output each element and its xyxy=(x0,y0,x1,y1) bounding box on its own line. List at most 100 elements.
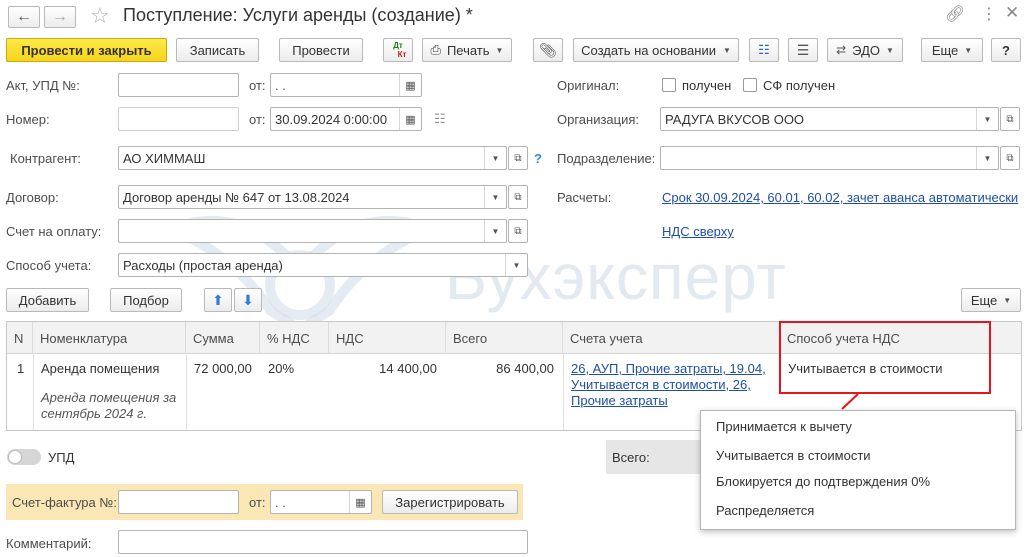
upd-label: УПД xyxy=(48,450,75,465)
comment-input[interactable] xyxy=(118,530,528,554)
sf-number-input[interactable] xyxy=(118,490,239,514)
col-header-item[interactable]: Номенклатура xyxy=(33,322,186,354)
settlements-link[interactable]: Срок 30.09.2024, 60.01, 60.02, зачет ава… xyxy=(662,190,1018,205)
number-label: Номер: xyxy=(6,112,50,127)
arrow-up-icon: ⬆ xyxy=(212,291,224,308)
journal-button[interactable]: ☰ xyxy=(788,38,818,62)
document-list-icon: ☰ xyxy=(796,41,810,58)
create-based-on-button[interactable]: Создать на основании ▼ xyxy=(573,38,739,62)
cell-accounts-line-3[interactable]: Прочие затраты xyxy=(571,393,668,408)
col-divider xyxy=(563,354,564,430)
open-counterparty-button[interactable]: ⧉ xyxy=(508,146,528,170)
help-icon[interactable]: ? xyxy=(534,151,542,166)
chevron-down-icon[interactable]: ▼ xyxy=(976,147,998,169)
chevron-down-icon: ▼ xyxy=(1003,295,1012,305)
printer-icon: ⎙ xyxy=(430,42,441,57)
chevron-down-icon[interactable]: ▼ xyxy=(976,108,998,130)
accounting-method-select[interactable]: Расходы (простая аренда) ▼ xyxy=(118,253,528,277)
chevron-down-icon[interactable]: ▼ xyxy=(484,147,506,169)
attach-button[interactable]: 📎︎ xyxy=(533,38,563,62)
division-input[interactable]: ▼ xyxy=(660,146,999,170)
open-contract-button[interactable]: ⧉ xyxy=(508,185,528,209)
move-down-button[interactable]: ⬇ xyxy=(234,288,262,312)
act-label: Акт, УПД №: xyxy=(6,78,80,93)
cell-n: 1 xyxy=(17,361,25,376)
organization-input[interactable]: РАДУГА ВКУСОВ ООО ▼ xyxy=(660,107,999,131)
cell-accounts-line-2[interactable]: Учитывается в стоимости, 26, xyxy=(571,377,751,392)
favorite-star-icon[interactable]: ☆ xyxy=(90,3,110,29)
edo-button[interactable]: ⇄ ЭДО ▼ xyxy=(827,38,903,62)
cell-vat-rate[interactable]: 20% xyxy=(268,361,294,376)
col-header-sum[interactable]: Сумма xyxy=(186,322,260,354)
back-button[interactable]: ← xyxy=(8,6,40,28)
register-button[interactable]: Зарегистрировать xyxy=(382,490,518,514)
add-row-button[interactable]: Добавить xyxy=(6,288,89,312)
dropdown-option-include-in-cost[interactable]: Учитывается в стоимости xyxy=(716,448,871,463)
dt-kt-button[interactable]: Дт Кт xyxy=(383,38,413,62)
invoice-label: Счет на оплату: xyxy=(6,224,102,239)
chevron-down-icon[interactable]: ▼ xyxy=(505,254,527,276)
chevron-down-icon[interactable]: ▼ xyxy=(484,186,506,208)
document-icon[interactable]: ☷ xyxy=(434,111,446,127)
print-button[interactable]: ⎙ Печать ▼ xyxy=(422,38,512,62)
arrow-down-icon: ⬇ xyxy=(242,291,254,308)
pick-button[interactable]: Подбор xyxy=(110,288,182,312)
col-header-vat-rate[interactable]: % НДС xyxy=(260,322,329,354)
dt-kt-icon-top: Дт xyxy=(393,41,403,50)
help-button[interactable]: ? xyxy=(991,38,1021,62)
cell-accounts-line-1[interactable]: 26, АУП, Прочие затраты, 19.04, xyxy=(571,361,766,376)
open-division-button[interactable]: ⧉ xyxy=(1000,146,1020,170)
received-checkbox[interactable] xyxy=(662,78,676,92)
total-label: Всего: xyxy=(612,450,650,465)
post-and-close-button[interactable]: Провести и закрыть xyxy=(6,38,167,62)
invoice-input[interactable]: ▼ xyxy=(118,219,507,243)
paperclip-icon: 📎︎ xyxy=(539,41,557,58)
number-date-input[interactable]: 30.09.2024 0:00:00 ▦ xyxy=(270,107,422,131)
open-invoice-button[interactable]: ⧉ xyxy=(508,219,528,243)
hierarchy-icon: ☷ xyxy=(758,42,770,57)
post-button[interactable]: Провести xyxy=(279,38,363,62)
vat-on-top-link[interactable]: НДС сверху xyxy=(662,224,734,239)
settlements-label: Расчеты: xyxy=(557,190,612,205)
division-label: Подразделение: xyxy=(557,151,656,166)
cell-sum[interactable]: 72 000,00 xyxy=(194,361,252,376)
sf-date-input[interactable]: . . ▦ xyxy=(270,490,372,514)
calendar-icon[interactable]: ▦ xyxy=(399,108,421,130)
col-header-vat[interactable]: НДС xyxy=(329,322,446,354)
dropdown-option-deduct[interactable]: Принимается к вычету xyxy=(716,419,852,434)
col-header-total[interactable]: Всего xyxy=(446,322,563,354)
cell-total: 86 400,00 xyxy=(496,361,554,376)
cell-vat[interactable]: 14 400,00 xyxy=(337,361,437,376)
edo-icon: ⇄ xyxy=(836,43,847,57)
link-icon[interactable]: 🔗︎ xyxy=(945,4,965,24)
calendar-icon[interactable]: ▦ xyxy=(349,491,371,513)
sf-received-checkbox[interactable] xyxy=(743,78,757,92)
close-icon[interactable]: ✕ xyxy=(1005,3,1019,23)
chevron-down-icon[interactable]: ▼ xyxy=(484,220,506,242)
forward-button[interactable]: → xyxy=(44,6,76,28)
save-button[interactable]: Записать xyxy=(176,38,259,62)
more-vertical-icon[interactable]: ⋮ xyxy=(981,4,997,24)
counterparty-input[interactable]: АО ХИММАШ ▼ xyxy=(118,146,507,170)
cell-item[interactable]: Аренда помещения xyxy=(41,361,159,376)
highlight-frame xyxy=(779,321,991,394)
dropdown-option-blocked[interactable]: Блокируется до подтверждения 0% xyxy=(716,474,930,489)
act-date-input[interactable]: . . ▦ xyxy=(270,73,422,97)
col-header-accounts[interactable]: Счета учета xyxy=(563,322,780,354)
dropdown-option-distribute[interactable]: Распределяется xyxy=(716,503,814,518)
structure-button[interactable]: ☷ xyxy=(749,38,779,62)
calendar-icon[interactable]: ▦ xyxy=(399,74,421,96)
more-button[interactable]: Еще ▼ xyxy=(921,38,983,62)
contract-input[interactable]: Договор аренды № 647 от 13.08.2024 ▼ xyxy=(118,185,507,209)
watermark-text: Бухэксперт xyxy=(445,241,787,313)
act-number-input[interactable] xyxy=(118,73,239,97)
col-header-n[interactable]: N xyxy=(7,322,33,354)
col-divider xyxy=(186,354,187,430)
chevron-down-icon: ▼ xyxy=(495,45,504,55)
number-input[interactable] xyxy=(118,107,239,131)
upd-toggle[interactable] xyxy=(7,449,41,465)
open-organization-button[interactable]: ⧉ xyxy=(1000,107,1020,131)
organization-label: Организация: xyxy=(557,112,640,127)
move-up-button[interactable]: ⬆ xyxy=(204,288,232,312)
table-more-button[interactable]: Еще ▼ xyxy=(961,288,1021,312)
